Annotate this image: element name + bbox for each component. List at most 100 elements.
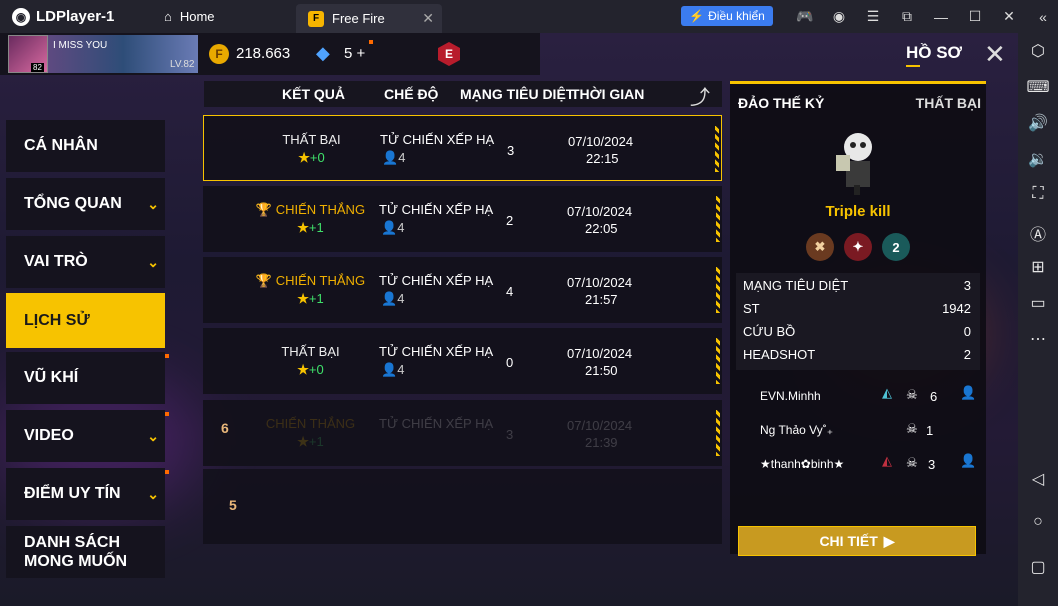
- player-name[interactable]: Ng Thảo Vy˚₊: [760, 423, 833, 437]
- column-header: KẾT QUẢ: [282, 86, 345, 102]
- nav-vai-tro[interactable]: VAI TRÒ ⌄: [6, 236, 165, 288]
- stat-value: 2: [963, 347, 971, 362]
- date-value: 07/10/2024: [567, 418, 633, 433]
- medal-list: ✖ ✦ 2: [806, 233, 910, 261]
- game-viewport: 82 I MISS YOU LV.82 F 218.663 ◆ 5 + E HỒ…: [0, 33, 1018, 606]
- stat-value: 3: [963, 278, 971, 293]
- star-value: +0: [309, 150, 325, 165]
- nav-label: LỊCH SỬ: [24, 311, 90, 329]
- column-header: MẠNG TIÊU DIỆT: [460, 86, 575, 102]
- screenshot-icon[interactable]: ⛶: [1018, 185, 1058, 203]
- close-tab-icon[interactable]: ✕: [422, 10, 434, 27]
- table-row[interactable]: 🏆 CHIẾN THẮNG ★+1 TỬ CHIẾN XẾP HẠ 👤4 2 0…: [203, 186, 722, 252]
- player-kills: 1: [926, 423, 934, 438]
- column-header: THỜI GIAN: [571, 86, 645, 102]
- title-underline: [906, 65, 920, 67]
- nav-lich-su[interactable]: LỊCH SỬ: [6, 293, 165, 348]
- trophy-icon: 🏆: [255, 202, 276, 217]
- nav-label: ĐIỂM UY TÍN: [24, 485, 121, 502]
- app-brand: ◉ LDPlayer-1: [0, 7, 150, 26]
- skull-icon: ☠: [906, 421, 918, 436]
- stat-row: CỨU BỒ 0: [743, 324, 971, 339]
- tab-free-fire[interactable]: F Free Fire ✕: [296, 4, 442, 33]
- nav-video[interactable]: VIDEO ⌄: [6, 410, 169, 462]
- add-friend-icon[interactable]: 👤: [960, 385, 976, 401]
- nav-label-line2: MONG MUỐN: [24, 553, 128, 570]
- kills-value: 3: [507, 143, 515, 158]
- gamepad-icon[interactable]: 🎮: [788, 8, 822, 25]
- collapse-icon[interactable]: «: [1026, 9, 1058, 25]
- home-nav-icon[interactable]: ○: [1018, 513, 1058, 531]
- emulator-window: ◉ LDPlayer-1 ⌂ Home F Free Fire ✕ ⚡ Điều…: [0, 0, 1058, 606]
- time-value: 21:50: [585, 363, 618, 378]
- avatar[interactable]: 82: [8, 35, 48, 73]
- tab-home[interactable]: ⌂ Home: [150, 0, 296, 33]
- person-icon: 👤: [381, 362, 398, 377]
- restore-icon[interactable]: ⧉: [890, 8, 924, 25]
- gold-amount: 218.663: [236, 45, 291, 62]
- keyboard-icon[interactable]: ⌨: [1018, 77, 1058, 97]
- share-icon[interactable]: ⤴: [690, 81, 710, 110]
- nav-label: CÁ NHÂN: [24, 137, 98, 154]
- stat-value: 0: [963, 324, 971, 339]
- control-button[interactable]: ⚡ Điều khiển: [681, 6, 773, 26]
- recents-icon[interactable]: ▢: [1018, 557, 1058, 577]
- details-button-label: CHI TIẾT: [819, 533, 878, 549]
- settings-icon[interactable]: ⬡: [1018, 41, 1058, 61]
- star-icon: ★: [297, 291, 309, 306]
- volume-up-icon[interactable]: 🔊: [1018, 113, 1058, 133]
- add-instance-icon[interactable]: ⊞: [1018, 257, 1058, 277]
- row-stripe: [716, 410, 720, 456]
- back-icon[interactable]: ◁: [1018, 469, 1058, 489]
- close-window-icon[interactable]: ✕: [992, 8, 1026, 25]
- emulator-sidebar: ⬡ ⌨ 🔊 🔉 ⛶ Ⓐ ⊞ ▭ ⋯ ◁ ○ ▢: [1018, 33, 1058, 606]
- booyah-badge: 5: [229, 497, 237, 513]
- trophy-icon: 🏆: [255, 273, 276, 288]
- maximize-icon[interactable]: ☐: [958, 8, 992, 25]
- nav-ca-nhan[interactable]: CÁ NHÂN: [6, 120, 165, 172]
- auto-icon[interactable]: Ⓐ: [1018, 221, 1058, 245]
- person-icon: 👤: [381, 220, 398, 235]
- more-icon[interactable]: ⋯: [1018, 329, 1058, 349]
- control-button-label: Điều khiển: [708, 9, 765, 23]
- table-row[interactable]: 🏆 CHIẾN THẮNG ★+1 TỬ CHIẾN XẾP HẠ 👤4 4 0…: [203, 257, 722, 323]
- freefire-icon: F: [308, 10, 324, 27]
- diamond-amount[interactable]: 5 +: [344, 45, 365, 62]
- player-name[interactable]: EVN.Minhh: [760, 389, 821, 403]
- player-name: I MISS YOU: [53, 40, 108, 51]
- nav-danh-sach-mong-muon[interactable]: DANH SÁCH MONG MUỐN: [6, 526, 165, 578]
- notification-dot: [165, 354, 169, 358]
- details-button[interactable]: CHI TIẾT ▶: [738, 526, 976, 556]
- app-title: LDPlayer-1: [36, 8, 115, 25]
- time-value: 21:57: [585, 292, 618, 307]
- person-icon: 👤: [381, 291, 398, 306]
- add-friend-icon[interactable]: 👤: [960, 453, 976, 469]
- date-value: 07/10/2024: [567, 346, 633, 361]
- nav-label: VAI TRÒ: [24, 253, 88, 270]
- table-row[interactable]: 6 CHIẾN THẮNG ★+1 TỬ CHIẾN XẾP HẠ 3 07/1…: [203, 400, 722, 466]
- team-value: 4: [397, 220, 405, 235]
- chevron-down-icon: ⌄: [147, 427, 159, 444]
- close-icon[interactable]: ✕: [984, 41, 1006, 67]
- player-name[interactable]: ★thanh✿binh★: [760, 457, 844, 471]
- column-header: CHẾ ĐỘ: [384, 86, 439, 102]
- star-icon: ★: [297, 434, 309, 449]
- table-row[interactable]: THẤT BẠI ★+0 TỬ CHIẾN XẾP HẠ 👤4 0 07/10/…: [203, 328, 722, 394]
- nav-tong-quan[interactable]: TỔNG QUAN ⌄: [6, 178, 165, 230]
- account-icon[interactable]: ◉: [822, 8, 856, 25]
- medal-icon: ✦: [844, 233, 872, 261]
- nav-vu-khi[interactable]: VŨ KHÍ: [6, 352, 169, 404]
- menu-icon[interactable]: ☰: [856, 8, 890, 25]
- player-kills: 3: [928, 457, 936, 472]
- window-controls: 🎮 ◉ ☰ ⧉ — ☐ ✕ «: [788, 0, 1058, 33]
- table-row[interactable]: THẤT BẠI ★+0 TỬ CHIẾN XẾP HẠ 👤4 3 07/10/…: [203, 115, 722, 181]
- stat-label: HEADSHOT: [743, 347, 816, 362]
- display-icon[interactable]: ▭: [1018, 293, 1058, 313]
- star-change: ★+1: [203, 434, 418, 450]
- stat-row: MẠNG TIÊU DIỆT 3: [743, 278, 971, 293]
- volume-down-icon[interactable]: 🔉: [1018, 149, 1058, 169]
- minimize-icon[interactable]: —: [924, 9, 958, 25]
- kills-value: 3: [506, 427, 514, 442]
- date-value: 07/10/2024: [568, 134, 634, 149]
- nav-diem-uy-tin[interactable]: ĐIỂM UY TÍN ⌄: [6, 468, 169, 520]
